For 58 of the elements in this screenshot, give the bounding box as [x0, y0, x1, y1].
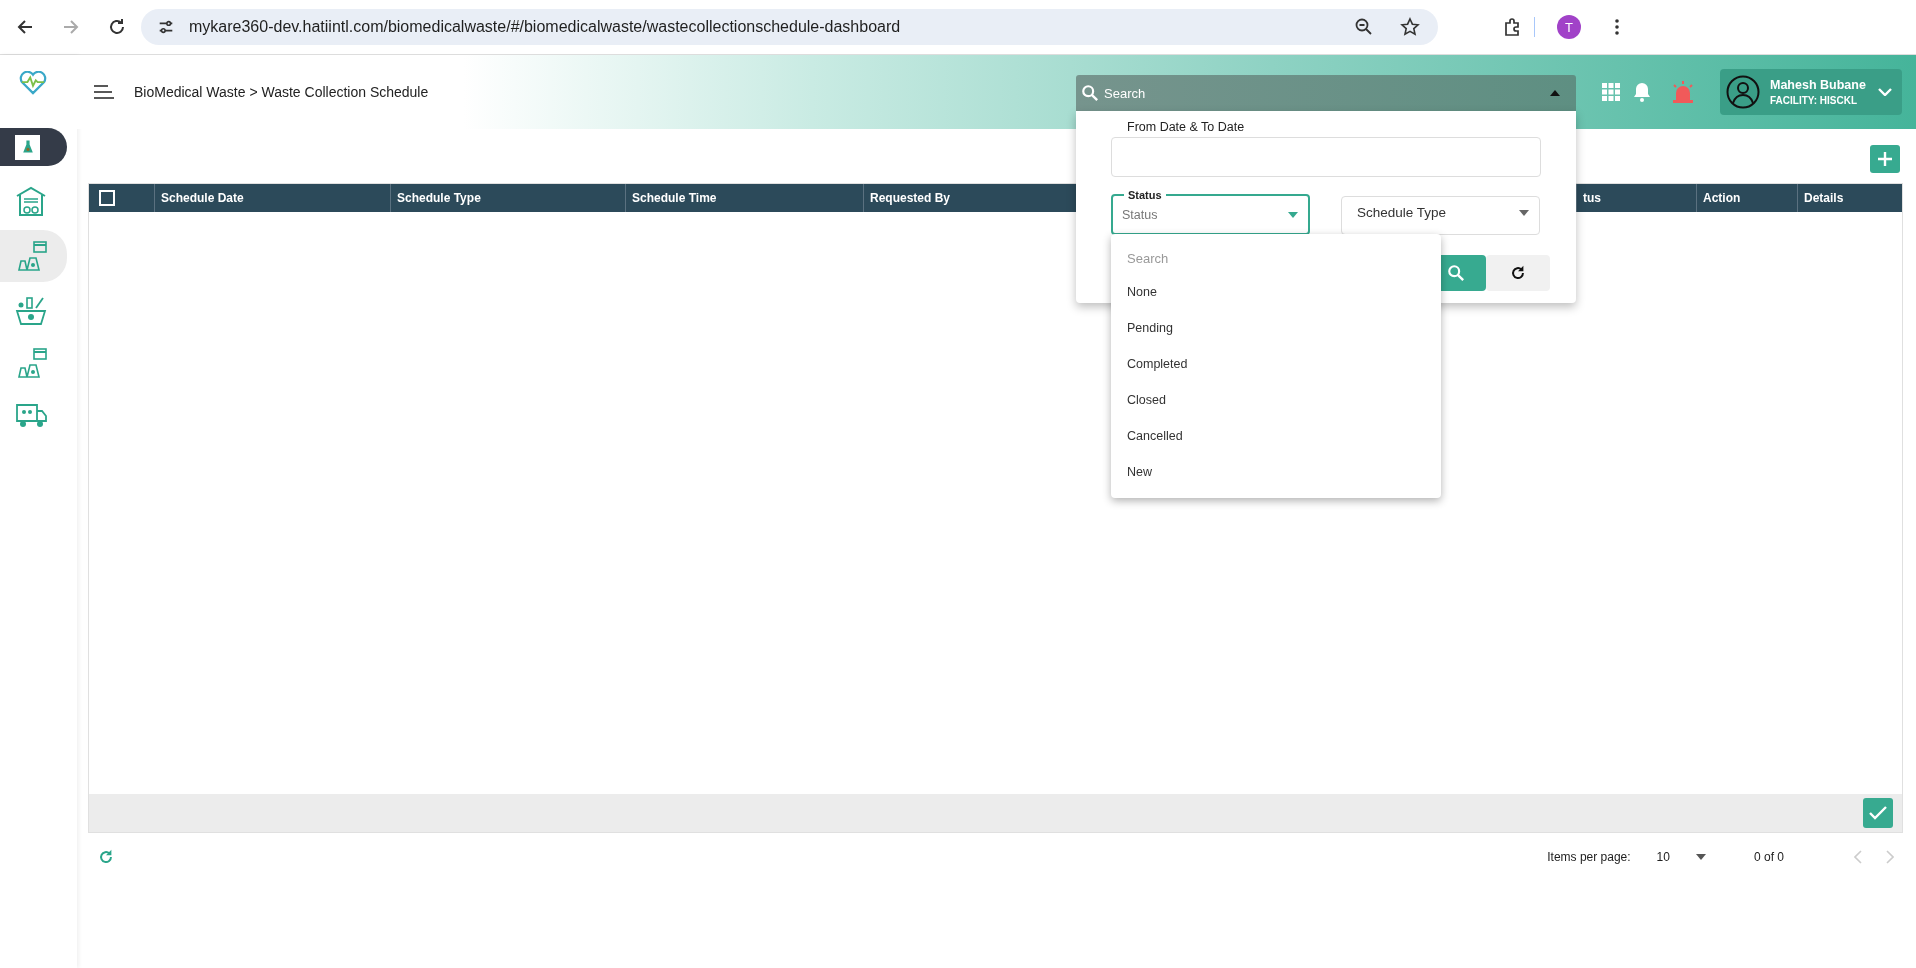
user-name: Mahesh Bubane [1770, 78, 1867, 92]
field-label: From Date & To Date [1127, 120, 1246, 135]
caret-down-icon [1695, 854, 1706, 860]
menu-icon[interactable] [94, 85, 114, 99]
column-header[interactable]: Action [1703, 191, 1741, 205]
column-header[interactable]: tus [1583, 191, 1601, 205]
address-bar[interactable]: mykare360-dev.hatiintl.com/biomedicalwaste/#/biomedicalwaste/wastecollectionschedule-dashboard [141, 9, 1438, 45]
column-header[interactable]: Requested By [870, 191, 951, 205]
waste-bags-calendar-icon [15, 240, 47, 272]
dropdown-option[interactable]: Pending [1111, 310, 1441, 346]
confirm-button[interactable] [1863, 798, 1893, 828]
search-icon [1447, 264, 1465, 282]
checkmark-icon [1869, 806, 1887, 820]
date-range-field[interactable] [1111, 137, 1541, 177]
schedule-type-placeholder: Schedule Type [1357, 205, 1447, 220]
site-settings-icon[interactable] [157, 18, 175, 36]
bell-icon[interactable] [1633, 82, 1651, 102]
refresh-icon [1509, 264, 1527, 282]
column-header[interactable]: Schedule Type [397, 191, 481, 205]
alarm-siren-icon[interactable] [1671, 81, 1695, 103]
sidebar-item[interactable] [0, 128, 67, 166]
column-header[interactable]: Details [1804, 191, 1844, 205]
caret-down-icon [1519, 209, 1529, 216]
warehouse-icon [15, 185, 47, 217]
plus-icon [1877, 151, 1893, 167]
user-avatar-icon [1726, 75, 1760, 109]
select-all-checkbox[interactable] [99, 190, 115, 206]
reset-button[interactable] [1486, 255, 1550, 291]
flask-icon [15, 134, 40, 160]
column-header[interactable]: Schedule Time [632, 191, 717, 205]
search-placeholder: Search [1104, 85, 1146, 101]
dropdown-option[interactable]: None [1111, 274, 1441, 310]
apps-grid-icon[interactable] [1602, 83, 1620, 101]
reload-icon[interactable] [107, 17, 127, 37]
status-placeholder: Status [1122, 208, 1158, 222]
items-per-page-label: Items per page: [1547, 850, 1631, 864]
page-size-select[interactable]: 10 [1656, 850, 1706, 864]
profile-avatar[interactable]: T [1557, 15, 1581, 39]
dropdown-option[interactable]: Completed [1111, 346, 1441, 382]
puzzle-piece-icon[interactable] [1502, 17, 1522, 37]
breadcrumb: BioMedical Waste > Waste Collection Schedule [134, 84, 429, 100]
medical-waste-basket-icon [15, 295, 47, 327]
heart-pulse-logo-icon [19, 71, 47, 95]
chevron-down-icon [1878, 88, 1892, 96]
refresh-icon[interactable] [97, 848, 115, 866]
url-text: mykare360-dev.hatiintl.com/biomedicalwaste/#/biomedicalwaste/wastecollectionschedule-dashboard [189, 18, 901, 36]
zoom-out-icon[interactable] [1354, 17, 1374, 37]
page-range: 0 of 0 [1753, 850, 1784, 864]
column-header[interactable]: Schedule Date [161, 191, 244, 205]
facility-label: FACILITY: HISCKL [1770, 95, 1859, 106]
caret-up-icon [1550, 90, 1560, 96]
dropdown-option[interactable]: Cancelled [1111, 418, 1441, 454]
dropdown-option[interactable]: Closed [1111, 382, 1441, 418]
search-icon [1081, 84, 1099, 102]
star-icon[interactable] [1400, 17, 1420, 37]
dropdown-option[interactable]: New [1111, 454, 1441, 490]
waste-bags-calendar-icon [15, 347, 47, 379]
add-button[interactable] [1870, 145, 1900, 173]
